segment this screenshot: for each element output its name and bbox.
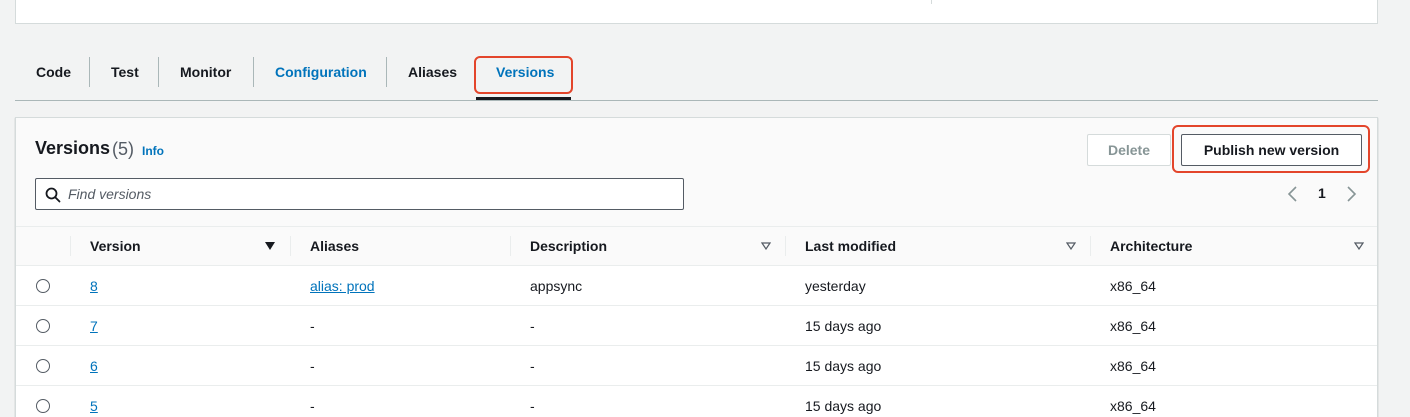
last-modified-cell: 15 days ago bbox=[805, 358, 882, 374]
versions-panel: Versions (5) Info Delete Publish new ver… bbox=[15, 117, 1378, 417]
column-header-aliases[interactable]: Aliases bbox=[310, 227, 359, 265]
tab-divider bbox=[386, 57, 387, 87]
tab-divider bbox=[253, 57, 254, 87]
row-select-radio[interactable] bbox=[36, 359, 50, 373]
version-cell: 6 bbox=[90, 346, 98, 386]
last-modified-cell: yesterday bbox=[805, 278, 866, 294]
card-divider bbox=[931, 0, 932, 4]
column-header-architecture[interactable]: Architecture bbox=[1110, 227, 1192, 265]
current-page[interactable]: 1 bbox=[1318, 185, 1326, 201]
panel-header: Versions (5) Info Delete Publish new ver… bbox=[16, 118, 1377, 226]
aliases-cell: - bbox=[310, 398, 315, 414]
column-divider bbox=[1090, 236, 1091, 256]
description-cell: - bbox=[530, 318, 535, 334]
caret-down-icon[interactable] bbox=[265, 242, 275, 250]
chevron-left-icon[interactable] bbox=[1284, 184, 1302, 204]
table-row[interactable]: 6 - - 15 days ago x86_64 bbox=[16, 346, 1377, 386]
caret-down-outline-icon[interactable] bbox=[1354, 242, 1364, 250]
architecture-cell: x86_64 bbox=[1110, 358, 1156, 374]
version-link[interactable]: 7 bbox=[90, 318, 98, 334]
pagination: 1 bbox=[1284, 182, 1374, 206]
tab-aliases[interactable]: Aliases bbox=[408, 55, 457, 89]
tab-versions[interactable]: Versions bbox=[496, 55, 554, 89]
tab-code[interactable]: Code bbox=[36, 55, 71, 89]
last-modified-cell: 15 days ago bbox=[805, 318, 882, 334]
info-link[interactable]: Info bbox=[142, 144, 164, 158]
row-select-radio[interactable] bbox=[36, 279, 50, 293]
tab-divider bbox=[89, 57, 90, 87]
column-divider bbox=[70, 236, 71, 256]
row-select-radio[interactable] bbox=[36, 319, 50, 333]
column-divider bbox=[290, 236, 291, 256]
version-cell: 5 bbox=[90, 386, 98, 417]
column-divider bbox=[785, 236, 786, 256]
search-icon bbox=[45, 187, 61, 203]
description-cell: - bbox=[530, 398, 535, 414]
description-cell: - bbox=[530, 358, 535, 374]
delete-button[interactable]: Delete bbox=[1087, 134, 1171, 166]
column-header-description[interactable]: Description bbox=[530, 227, 607, 265]
description-cell: appsync bbox=[530, 278, 583, 294]
aliases-cell: - bbox=[310, 358, 315, 374]
tab-configuration[interactable]: Configuration bbox=[275, 55, 367, 89]
caret-down-outline-icon[interactable] bbox=[1066, 242, 1076, 250]
column-header-last-modified[interactable]: Last modified bbox=[805, 227, 896, 265]
function-tabs: Code Test Monitor Configuration Aliases … bbox=[15, 55, 1378, 101]
publish-new-version-button[interactable]: Publish new version bbox=[1181, 134, 1362, 166]
version-cell: 8 bbox=[90, 266, 98, 306]
aliases-cell: - bbox=[310, 318, 315, 334]
table-row[interactable]: 5 - - 15 days ago x86_64 bbox=[16, 386, 1377, 417]
search-box bbox=[35, 178, 684, 210]
table-header: Version Aliases Description Last modifie… bbox=[16, 226, 1377, 266]
version-link[interactable]: 6 bbox=[90, 358, 98, 374]
version-link[interactable]: 5 bbox=[90, 398, 98, 414]
version-count: (5) bbox=[112, 139, 134, 159]
column-header-version[interactable]: Version bbox=[90, 227, 141, 265]
table-row[interactable]: 7 - - 15 days ago x86_64 bbox=[16, 306, 1377, 346]
active-tab-indicator bbox=[476, 97, 571, 100]
architecture-cell: x86_64 bbox=[1110, 318, 1156, 334]
chevron-right-icon[interactable] bbox=[1342, 184, 1360, 204]
caret-down-outline-icon[interactable] bbox=[761, 242, 771, 250]
tab-test[interactable]: Test bbox=[111, 55, 139, 89]
table-row[interactable]: 8 alias: prod appsync yesterday x86_64 bbox=[16, 266, 1377, 306]
alias-link[interactable]: alias: prod bbox=[310, 278, 375, 294]
version-cell: 7 bbox=[90, 306, 98, 346]
tab-divider bbox=[158, 57, 159, 87]
search-input[interactable] bbox=[68, 179, 668, 209]
architecture-cell: x86_64 bbox=[1110, 278, 1156, 294]
version-link[interactable]: 8 bbox=[90, 278, 98, 294]
row-select-radio[interactable] bbox=[36, 399, 50, 413]
aliases-cell: alias: prod bbox=[310, 266, 375, 306]
last-modified-cell: 15 days ago bbox=[805, 398, 882, 414]
function-overview-card bbox=[15, 0, 1378, 24]
tab-monitor[interactable]: Monitor bbox=[180, 55, 231, 89]
column-divider bbox=[510, 236, 511, 256]
panel-title: Versions bbox=[35, 138, 111, 158]
architecture-cell: x86_64 bbox=[1110, 398, 1156, 414]
